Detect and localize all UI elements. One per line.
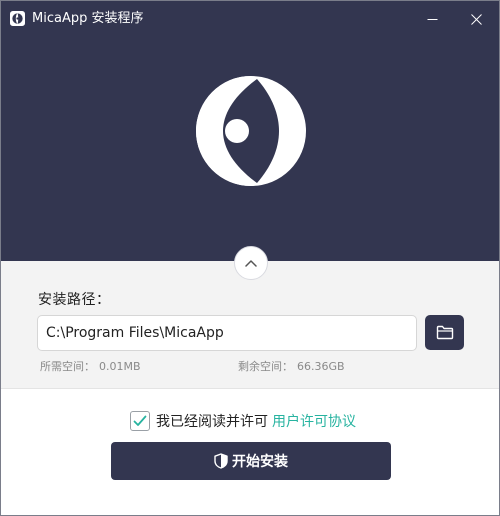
license-link[interactable]: 用户许可协议: [272, 411, 356, 431]
remaining-space: 剩余空间： 66.36GB: [238, 358, 349, 374]
window-title: MicaApp 安装程序: [32, 11, 144, 26]
install-button-label: 开始安装: [232, 454, 288, 470]
installer-window: MicaApp 安装程序 安装路径： C:\Program Files\Mica…: [0, 0, 500, 516]
app-icon: [10, 11, 25, 26]
install-path-label: 安装路径：: [38, 292, 111, 308]
install-path-input[interactable]: [37, 315, 417, 351]
required-space-label: 所需空间：: [40, 360, 95, 373]
install-button[interactable]: 开始安装: [111, 442, 391, 480]
footer: 我已经阅读并许可 用户许可协议 开始安装: [1, 390, 499, 515]
minimize-icon: [427, 18, 437, 20]
hero-banner: MicaApp 安装程序: [1, 1, 499, 261]
browse-folder-button[interactable]: [425, 315, 464, 350]
checkmark-icon: [133, 415, 147, 426]
chevron-up-icon: [245, 260, 257, 267]
license-agreement: 我已经阅读并许可 用户许可协议: [130, 411, 356, 431]
remaining-space-value: 66.36GB: [297, 360, 345, 373]
collapse-button[interactable]: [234, 246, 268, 280]
install-path-section: 安装路径： 所需空间： 0.01MB 剩余空间： 66.36GB: [1, 261, 499, 389]
title-bar[interactable]: MicaApp 安装程序: [1, 1, 499, 37]
close-button[interactable]: [453, 1, 499, 37]
close-icon: [470, 13, 482, 25]
required-space-value: 0.01MB: [99, 360, 141, 373]
agree-text: 我已经阅读并许可: [156, 414, 268, 430]
minimize-button[interactable]: [409, 1, 455, 37]
shield-icon: [214, 453, 228, 469]
remaining-space-label: 剩余空间：: [238, 360, 293, 373]
app-logo: [196, 76, 306, 186]
folder-icon: [436, 325, 453, 340]
agree-checkbox[interactable]: [130, 411, 150, 431]
required-space: 所需空间： 0.01MB: [40, 358, 145, 374]
